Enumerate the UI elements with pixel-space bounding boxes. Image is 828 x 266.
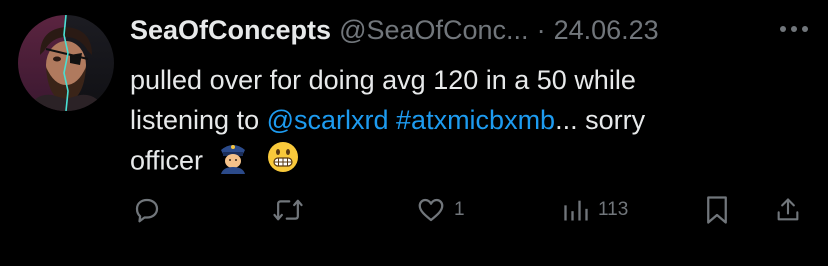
mention-link[interactable]: @scarlxrd: [267, 105, 389, 135]
text-segment: ... sorry: [555, 105, 646, 135]
display-name[interactable]: SeaOfConcepts: [130, 15, 331, 46]
heart-icon: [418, 198, 444, 222]
tweet-actions: 1 113: [0, 188, 828, 232]
text-segment: officer: [130, 145, 204, 176]
separator-dot: ·: [536, 14, 546, 45]
views-count: 113: [598, 199, 629, 220]
police-officer-emoji: [217, 140, 249, 185]
avatar[interactable]: [18, 15, 114, 111]
user-handle[interactable]: @SeaOfConc...: [339, 15, 529, 46]
ellipsis-icon: [780, 26, 808, 32]
tweet-date[interactable]: 24.06.23: [554, 15, 659, 46]
views-icon: [564, 200, 588, 221]
grimacing-face-emoji: [267, 141, 299, 184]
like-button[interactable]: 1: [416, 188, 465, 232]
tweet-text-line-3: officer: [130, 140, 770, 185]
tweet-text-line-2: listening to @scarlxrd #atxmicbxmb... so…: [130, 100, 770, 140]
avatar-image: [18, 15, 114, 111]
views-button[interactable]: 113: [562, 188, 628, 232]
retweet-button[interactable]: [272, 188, 304, 232]
reply-icon: [135, 198, 159, 223]
text-segment: listening to: [130, 105, 267, 135]
hashtag-link[interactable]: #atxmicbxmb: [396, 105, 555, 135]
bookmark-button[interactable]: [704, 188, 730, 232]
tweet-text-line-1: pulled over for doing avg 120 in a 50 wh…: [130, 65, 636, 95]
like-count: 1: [454, 199, 465, 220]
share-button[interactable]: [774, 188, 802, 232]
bookmark-icon: [707, 196, 727, 224]
tweet[interactable]: SeaOfConcepts @SeaOfConc... · 24.06.23 p…: [0, 0, 828, 266]
share-icon: [777, 198, 799, 221]
tweet-text: pulled over for doing avg 120 in a 50 wh…: [130, 60, 770, 185]
reply-button[interactable]: [132, 188, 162, 232]
tweet-header: SeaOfConcepts @SeaOfConc... · 24.06.23: [130, 12, 730, 48]
more-options-button[interactable]: [776, 14, 812, 44]
retweet-icon: [273, 199, 303, 221]
